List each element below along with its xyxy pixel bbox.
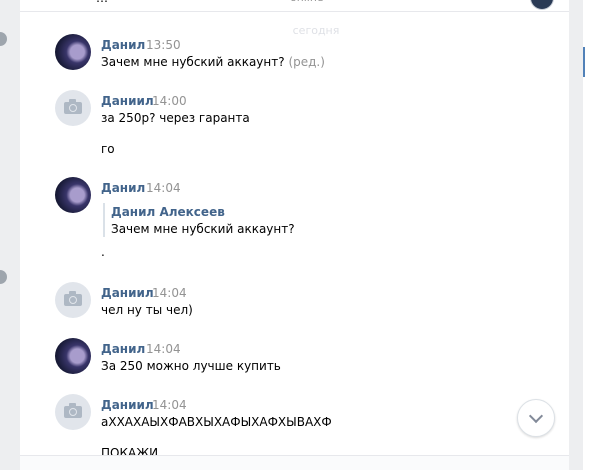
chat-header: … online [20,0,569,12]
message-input-area[interactable] [20,455,569,470]
camera-icon [64,291,82,306]
message-line: го [101,142,115,156]
message-line: аХХАХАЫХФАВХЫХАФЫХАФХЫВАХФ [101,415,332,429]
scroll-down-button[interactable] [517,399,555,437]
message-author[interactable]: Даниил [101,398,154,412]
message-time[interactable]: 14:00 [152,94,187,108]
message-line: . [101,245,105,259]
message-time[interactable]: 14:04 [152,398,187,412]
camera-icon [64,99,82,114]
avatar[interactable] [55,34,91,70]
header-avatar[interactable] [530,0,554,10]
message-time[interactable]: 13:50 [146,38,181,52]
message-time[interactable]: 14:04 [146,181,181,195]
message-author[interactable]: Даниил [101,94,154,108]
right-sidebar [583,0,597,470]
message-line: За 250 можно лучше купить [101,359,281,373]
message-time[interactable]: 14:04 [152,286,187,300]
quote-bar [103,203,105,237]
avatar[interactable] [55,90,91,126]
message-time[interactable]: 14:04 [146,342,181,356]
date-separator: сегодня [278,20,354,42]
message-line: за 250р? через гаранта [101,111,250,125]
message-line: чел ну ты чел) [101,303,193,317]
chevron-down-icon [528,408,544,424]
left-nav-dot [0,270,7,284]
camera-icon [64,403,82,418]
avatar[interactable] [55,394,91,430]
avatar[interactable] [55,338,91,374]
quote-author[interactable]: Данил Алексеев [111,205,225,219]
message-line: Зачем мне нубский аккаунт? [101,55,285,69]
quote-text: Зачем мне нубский аккаунт? [111,222,295,236]
chat-panel: … online сегодня Данил 13:50 Зачем мне н… [20,0,569,470]
message-author[interactable]: Даниил [101,286,154,300]
left-nav-dot [0,32,7,46]
online-status: online [290,0,324,4]
avatar[interactable] [55,177,91,213]
message-author[interactable]: Данил [101,181,145,195]
clipped-previous-message: … [96,0,108,5]
message-author[interactable]: Данил [101,38,145,52]
message-author[interactable]: Данил [101,342,145,356]
message-text: Зачем мне нубский аккаунт? (ред.) [101,55,325,69]
avatar[interactable] [55,282,91,318]
active-indicator [583,47,585,77]
edited-label: (ред.) [288,55,325,69]
